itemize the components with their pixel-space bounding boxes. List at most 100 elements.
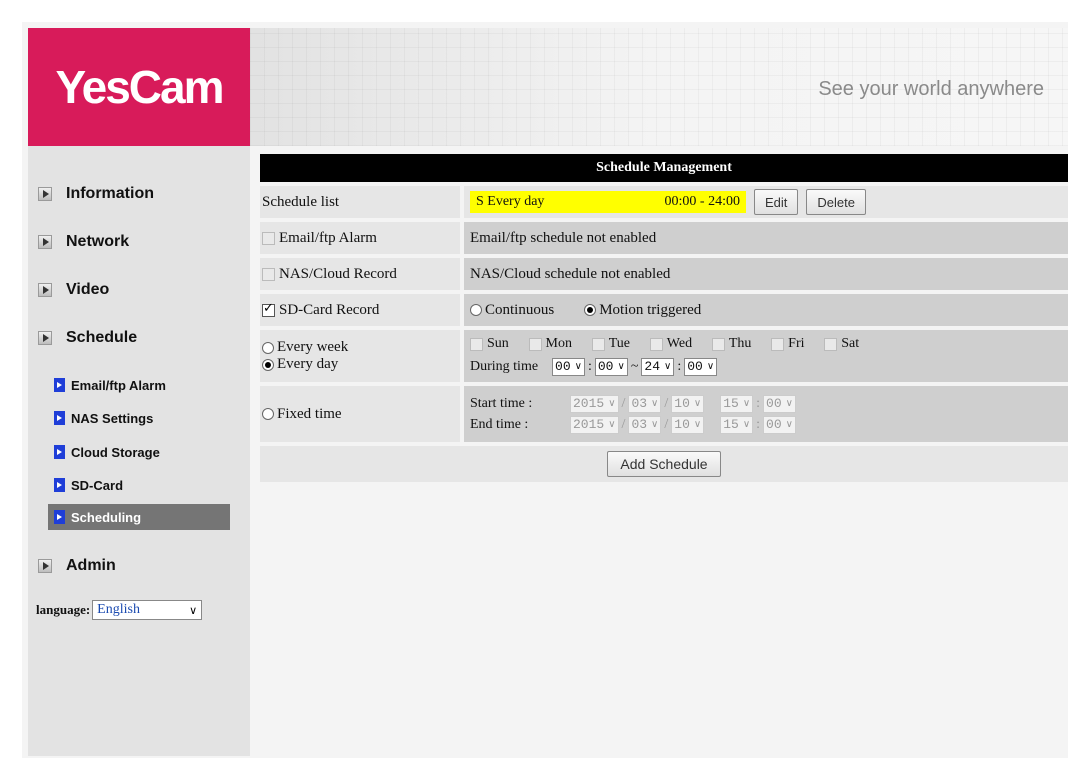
add-schedule-row: Add Schedule bbox=[260, 446, 1068, 482]
email-alarm-checkbox[interactable] bbox=[262, 231, 275, 245]
start-month-select[interactable]: 03 ∨ bbox=[628, 394, 662, 413]
continuous-label: Continuous bbox=[485, 301, 555, 318]
blue-arrow-icon bbox=[54, 378, 65, 392]
slash-separator: / bbox=[621, 416, 626, 432]
start-day-select[interactable]: 10 ∨ bbox=[671, 394, 705, 413]
day-checkbox[interactable] bbox=[470, 337, 483, 351]
select-value: 00 bbox=[766, 396, 782, 411]
email-alarm-status: Email/ftp schedule not enabled bbox=[464, 222, 1068, 254]
nas-record-checkbox[interactable] bbox=[262, 267, 275, 281]
select-value: 00 bbox=[687, 359, 703, 375]
sidebar-item-scheduling[interactable]: Scheduling bbox=[48, 504, 230, 530]
sidebar: Information Network Video Schedule Email… bbox=[28, 146, 250, 756]
schedule-list-label: Schedule list bbox=[260, 186, 460, 218]
header-banner: See your world anywhere bbox=[250, 28, 1068, 146]
end-hour-select[interactable]: 15 ∨ bbox=[720, 415, 754, 434]
day-sat[interactable]: Sat bbox=[824, 336, 859, 352]
day-checkbox[interactable] bbox=[771, 337, 785, 351]
day-checkbox[interactable] bbox=[711, 337, 725, 351]
chevron-down-icon: ∨ bbox=[693, 398, 702, 409]
email-alarm-row: Email/ftp Alarm Email/ftp schedule not e… bbox=[260, 222, 1068, 254]
add-schedule-button[interactable]: Add Schedule bbox=[607, 451, 721, 477]
chevron-down-icon: ∨ bbox=[693, 419, 702, 430]
fixed-time-option: Fixed time bbox=[260, 386, 460, 442]
chevron-down-icon: ∨ bbox=[608, 419, 616, 430]
schedule-item-time: 00:00 - 24:00 bbox=[664, 194, 740, 209]
chevron-down-icon: ∨ bbox=[574, 361, 582, 373]
start-time-row: Start time : 2015 ∨ / 03 ∨ / 10 ∨ 15 ∨ : 00 ∨ bbox=[470, 394, 796, 413]
select-value: 2015 bbox=[573, 417, 605, 432]
sidebar-item-email-ftp-alarm[interactable]: Email/ftp Alarm bbox=[48, 372, 230, 398]
start-min-select[interactable]: 00 ∨ bbox=[763, 394, 796, 413]
select-value: 10 bbox=[674, 396, 690, 411]
fixed-time-row: Fixed time Start time : 2015 ∨ / 03 ∨ / 10… bbox=[260, 386, 1068, 442]
select-value: 00 bbox=[555, 359, 571, 375]
blue-arrow-icon bbox=[54, 445, 65, 459]
during-time: During time 00 ∨ : 00 ∨ ~ 24 ∨ : 00 ∨ bbox=[470, 357, 718, 376]
select-value: 15 bbox=[723, 417, 739, 432]
slash-separator: / bbox=[664, 395, 669, 411]
tagline: See your world anywhere bbox=[818, 78, 1044, 100]
every-day-radio[interactable] bbox=[262, 358, 274, 371]
day-thu[interactable]: Thu bbox=[711, 336, 751, 352]
end-time-row: End time : 2015 ∨ / 03 ∨ / 10 ∨ 15 ∨ : 00 ∨ bbox=[470, 415, 796, 434]
end-min-select[interactable]: 00 ∨ bbox=[763, 415, 796, 434]
chevron-down-icon: ∨ bbox=[742, 398, 751, 409]
day-checkbox[interactable] bbox=[528, 337, 542, 351]
start-hour-select[interactable]: 15 ∨ bbox=[720, 394, 754, 413]
language-select[interactable]: English ∨ bbox=[92, 600, 203, 620]
repeat-options: Every week Every day bbox=[260, 330, 460, 382]
motion-triggered-radio[interactable] bbox=[584, 304, 597, 316]
end-hour-select[interactable]: 24 ∨ bbox=[641, 357, 675, 376]
start-year-select[interactable]: 2015 ∨ bbox=[570, 394, 619, 413]
slash-separator: / bbox=[664, 416, 669, 432]
sd-record-row: SD-Card Record Continuous Motion trigger… bbox=[260, 294, 1068, 326]
select-value: 03 bbox=[631, 396, 648, 411]
day-checkbox[interactable] bbox=[649, 337, 663, 351]
panel-title: Schedule Management bbox=[260, 154, 1068, 182]
sidebar-item-sd-card[interactable]: SD-Card bbox=[48, 472, 230, 498]
colon-separator: : bbox=[756, 416, 761, 432]
day-fri[interactable]: Fri bbox=[771, 336, 805, 352]
nav-admin[interactable]: Admin bbox=[38, 554, 116, 578]
end-min-select[interactable]: 00 ∨ bbox=[684, 357, 718, 376]
day-label: Sat bbox=[841, 336, 860, 352]
chevron-down-icon: ∨ bbox=[189, 603, 198, 617]
day-checkbox[interactable] bbox=[591, 337, 605, 351]
end-day-select[interactable]: 10 ∨ bbox=[671, 415, 705, 434]
day-tue[interactable]: Tue bbox=[591, 336, 630, 352]
chevron-down-icon: ∨ bbox=[617, 361, 625, 373]
chevron-down-icon: ∨ bbox=[651, 419, 659, 430]
day-checkbox[interactable] bbox=[824, 337, 838, 351]
schedule-list-item[interactable]: S Every day 00:00 - 24:00 bbox=[470, 191, 746, 213]
every-week-radio[interactable] bbox=[262, 341, 274, 354]
nav-label: Network bbox=[66, 233, 130, 250]
end-month-select[interactable]: 03 ∨ bbox=[628, 415, 662, 434]
nav-label: Schedule bbox=[66, 329, 138, 346]
day-mon[interactable]: Mon bbox=[528, 336, 572, 352]
day-wed[interactable]: Wed bbox=[649, 336, 692, 352]
schedule-item-name: S Every day bbox=[476, 194, 545, 209]
triangle-right-icon bbox=[38, 331, 52, 345]
sidebar-item-nas-settings[interactable]: NAS Settings bbox=[48, 405, 230, 431]
fixed-time-radio[interactable] bbox=[262, 408, 274, 420]
blue-arrow-icon bbox=[54, 478, 65, 492]
select-value: 24 bbox=[644, 359, 660, 375]
end-year-select[interactable]: 2015 ∨ bbox=[570, 415, 619, 434]
sidebar-item-cloud-storage[interactable]: Cloud Storage bbox=[48, 439, 230, 465]
language-label: language: bbox=[36, 602, 91, 617]
sd-record-label-cell: SD-Card Record bbox=[260, 294, 460, 326]
edit-button[interactable]: Edit bbox=[754, 189, 799, 215]
start-hour-select[interactable]: 00 ∨ bbox=[552, 357, 585, 376]
continuous-radio[interactable] bbox=[470, 304, 482, 316]
nav-information[interactable]: Information bbox=[38, 182, 154, 206]
sd-record-checkbox[interactable] bbox=[262, 301, 275, 317]
nav-video[interactable]: Video bbox=[38, 278, 109, 302]
start-min-select[interactable]: 00 ∨ bbox=[594, 357, 628, 376]
nav-schedule[interactable]: Schedule bbox=[38, 326, 137, 350]
language-value: English bbox=[97, 602, 140, 617]
delete-button[interactable]: Delete bbox=[806, 189, 866, 215]
nav-network[interactable]: Network bbox=[38, 230, 129, 254]
day-sun[interactable]: Sun bbox=[470, 336, 509, 352]
nas-record-label: NAS/Cloud Record bbox=[279, 265, 397, 282]
